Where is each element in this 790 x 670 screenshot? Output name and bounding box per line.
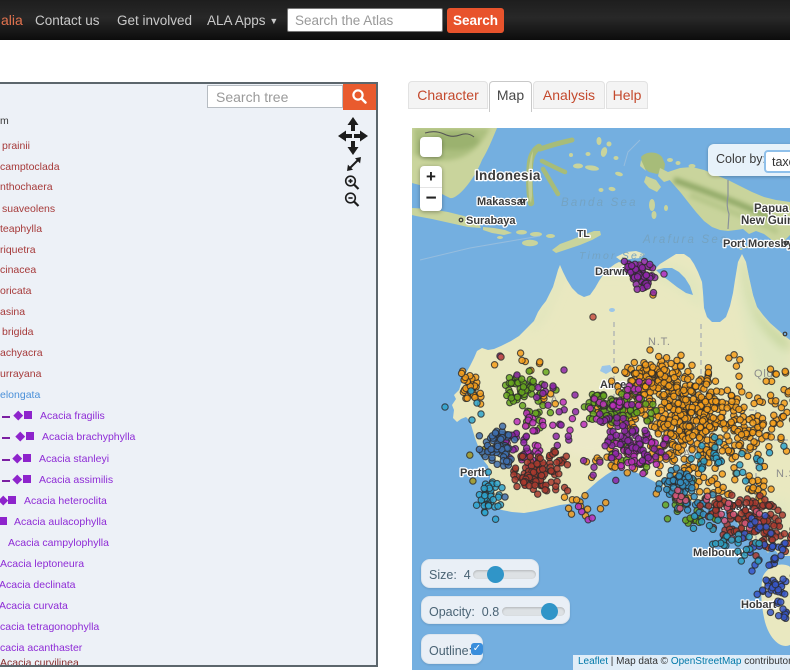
svg-text:Banda Sea: Banda Sea <box>561 197 638 209</box>
svg-text:Port Moresby: Port Moresby <box>723 238 790 250</box>
svg-text:N.S: N.S <box>776 468 790 480</box>
svg-text:N.T.: N.T. <box>648 336 671 348</box>
svg-text:New Guinea: New Guinea <box>741 215 790 227</box>
svg-text:Indonesia: Indonesia <box>475 168 541 183</box>
svg-text:TL: TL <box>577 228 590 240</box>
svg-text:Surabaya: Surabaya <box>466 215 516 227</box>
svg-text:Timor Sea: Timor Sea <box>579 250 647 262</box>
svg-text:Perth: Perth <box>460 467 488 479</box>
svg-text:Arafura Sea: Arafura Sea <box>642 234 729 246</box>
svg-text:Papua: Papua <box>754 203 789 215</box>
